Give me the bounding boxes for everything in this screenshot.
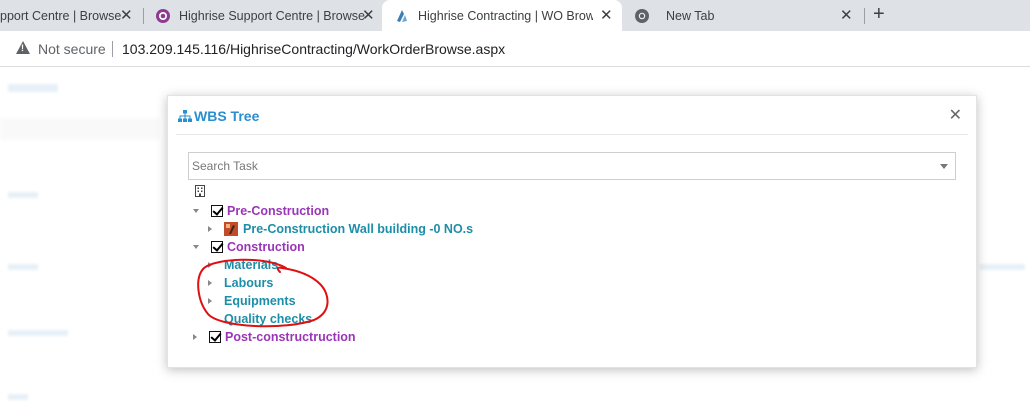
highrise-icon xyxy=(397,9,407,22)
task-icon xyxy=(224,222,238,236)
tab-highrise-support[interactable]: Highrise Support Centre | Browse ✕ xyxy=(155,0,380,31)
dialog-title: WBS Tree xyxy=(194,108,260,124)
search-task-combobox[interactable] xyxy=(188,152,956,180)
new-tab-button[interactable]: + xyxy=(873,3,885,26)
url-text[interactable]: 103.209.145.116/HighriseContracting/Work… xyxy=(122,41,505,57)
dialog-header: WBS Tree xyxy=(178,108,259,124)
tab-highrise-contracting[interactable]: Highrise Contracting | WO Brows ✕ xyxy=(382,0,622,31)
collapse-arrow-icon[interactable] xyxy=(208,226,212,232)
expand-arrow-icon[interactable] xyxy=(193,245,199,249)
close-icon[interactable]: ✕ xyxy=(600,6,613,24)
security-label[interactable]: Not secure xyxy=(38,41,106,57)
chevron-down-icon[interactable] xyxy=(940,164,948,169)
close-icon[interactable]: ✕ xyxy=(120,6,133,24)
sitemap-icon xyxy=(178,109,192,122)
tab-separator xyxy=(143,8,144,24)
tree-node-pre-construction[interactable]: Pre-Construction xyxy=(193,204,329,218)
header-divider xyxy=(176,134,968,135)
tab-new-tab[interactable]: New Tab ✕ xyxy=(634,0,862,31)
tree-node-pre-construction-wall[interactable]: Pre-Construction Wall building -0 NO.s xyxy=(208,222,473,236)
close-icon[interactable]: ✕ xyxy=(362,6,375,24)
address-bar: Not secure 103.209.145.116/HighriseContr… xyxy=(0,31,1030,67)
search-task-input[interactable] xyxy=(189,153,929,179)
tree-node-label[interactable]: Pre-Construction Wall building -0 NO.s xyxy=(243,222,473,236)
support-icon xyxy=(156,8,170,23)
tree-node-construction[interactable]: Construction xyxy=(193,240,305,254)
tab-support-centre-1[interactable]: pport Centre | Browse ✕ xyxy=(0,0,140,31)
tree-node-label[interactable]: Post-constructruction xyxy=(225,330,356,344)
chrome-icon xyxy=(635,8,649,23)
checkbox-checked-icon[interactable] xyxy=(211,241,223,253)
tab-label: New Tab xyxy=(666,8,715,23)
checkbox-checked-icon[interactable] xyxy=(209,331,221,343)
warning-icon[interactable] xyxy=(16,41,30,54)
tree-node-post-construction[interactable]: Post-constructruction xyxy=(193,330,356,344)
expand-arrow-icon[interactable] xyxy=(193,209,199,213)
close-icon[interactable]: ✕ xyxy=(949,105,962,125)
tab-strip: pport Centre | Browse ✕ Highrise Support… xyxy=(0,0,1030,31)
checkbox-checked-icon[interactable] xyxy=(211,205,223,217)
annotation-circle xyxy=(197,258,329,328)
tab-separator xyxy=(864,8,865,24)
building-icon[interactable] xyxy=(195,185,205,197)
tree-node-label[interactable]: Construction xyxy=(227,240,305,254)
collapse-arrow-icon[interactable] xyxy=(193,334,197,340)
tree-node-label[interactable]: Pre-Construction xyxy=(227,204,329,218)
tab-label: Highrise Support Centre | Browse xyxy=(179,8,365,23)
tab-label: Highrise Contracting | WO Brows xyxy=(418,8,593,23)
tab-label: pport Centre | Browse xyxy=(0,8,122,23)
close-icon[interactable]: ✕ xyxy=(840,6,853,24)
url-separator xyxy=(112,41,113,57)
